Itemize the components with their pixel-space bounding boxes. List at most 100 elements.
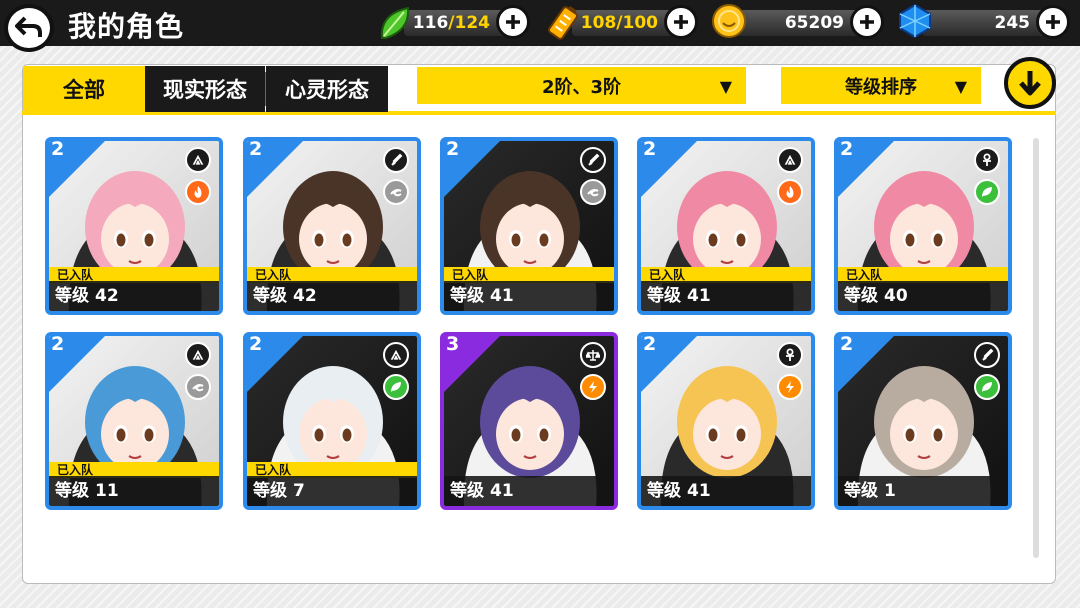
level-value: 41 [490,481,514,501]
level-label: 等级 [450,481,484,501]
leaf-element-icon [974,374,1000,400]
tab-spirit-form[interactable]: 心灵形态 [266,66,388,112]
plus-icon [674,15,688,29]
dropdown-arrow-icon: ▼ [719,77,732,96]
plus-icon [506,15,520,29]
triforce-class-icon [185,147,211,173]
rank-number: 2 [643,333,657,355]
energy-max: /100 [616,13,658,33]
sort-label: 等级排序 [845,76,917,98]
lightning-element-icon [777,374,803,400]
energy-current: 108 [580,13,617,33]
level-value: 41 [687,481,711,501]
battery-icon [546,4,580,47]
add-diamond-button[interactable] [1036,5,1070,39]
leaf-element-icon [383,374,409,400]
level-bar: 等级 11 [49,476,219,506]
back-button[interactable] [4,4,54,52]
stamina-current: 116 [412,13,449,33]
fire-element-icon [185,179,211,205]
page-title: 我的角色 [68,10,185,43]
level-label: 等级 [253,286,287,306]
level-bar: 等级 41 [641,476,811,506]
triforce-class-icon [383,342,409,368]
rank-number: 2 [840,333,854,355]
energy-resource: 108/100 [548,5,698,40]
add-energy-button[interactable] [664,5,698,39]
wind-element-icon [383,179,409,205]
ankh-class-icon [974,147,1000,173]
ankh-class-icon [777,342,803,368]
level-value: 7 [293,481,305,501]
scrollbar[interactable] [1033,138,1039,558]
rank-number: 2 [51,333,65,355]
add-gold-button[interactable] [850,5,884,39]
level-value: 41 [687,286,711,306]
sort-dropdown[interactable]: 等级排序 ▼ [781,67,981,104]
character-card[interactable]: 2 已入队 等级 7 [243,332,421,510]
back-arrow-icon [15,16,42,37]
wind-element-icon [580,179,606,205]
fire-element-icon [777,179,803,205]
character-card[interactable]: 2 等级 1 [834,332,1012,510]
level-value: 42 [95,286,119,306]
level-bar: 等级 7 [247,476,417,506]
gold-resource: 65209 [712,4,884,39]
stamina-max: /124 [448,13,490,33]
level-label: 等级 [253,481,287,501]
plus-icon [1046,15,1060,29]
level-label: 等级 [844,286,878,306]
blue-crystal-icon [896,2,934,45]
down-arrow-icon [1019,71,1041,96]
leaf-element-icon [974,179,1000,205]
rank-number: 2 [840,138,854,160]
rank-number: 2 [249,333,263,355]
character-card[interactable]: 2 已入队 等级 41 [440,137,618,315]
character-card[interactable]: 2 已入队 等级 40 [834,137,1012,315]
rank-number: 2 [643,138,657,160]
level-bar: 等级 41 [641,281,811,311]
triforce-class-icon [777,147,803,173]
character-card[interactable]: 3 等级 41 [440,332,618,510]
character-card[interactable]: 2 等级 41 [637,332,815,510]
gold-coin-icon [710,2,748,45]
rank-number: 3 [446,333,460,355]
triforce-class-icon [185,342,211,368]
level-bar: 等级 42 [247,281,417,311]
level-value: 40 [884,286,908,306]
rank-number: 2 [446,138,460,160]
character-card[interactable]: 2 已入队 等级 41 [637,137,815,315]
rank-filter-dropdown[interactable]: 2阶、3阶 ▼ [417,67,746,104]
level-value: 41 [490,286,514,306]
sword-class-icon [974,342,1000,368]
diamond-value: 245 [994,13,1031,33]
character-card[interactable]: 2 已入队 等级 42 [243,137,421,315]
green-leaf-icon [378,4,414,47]
level-label: 等级 [450,286,484,306]
rank-number: 2 [249,138,263,160]
level-value: 1 [884,481,896,501]
level-bar: 等级 1 [838,476,1008,506]
level-value: 11 [95,481,119,501]
dropdown-arrow-icon: ▼ [954,77,967,96]
character-card[interactable]: 2 已入队 等级 11 [45,332,223,510]
character-card[interactable]: 2 已入队 等级 42 [45,137,223,315]
rank-number: 2 [51,138,65,160]
level-bar: 等级 40 [838,281,1008,311]
sword-class-icon [383,147,409,173]
level-bar: 等级 41 [444,281,614,311]
sort-order-button[interactable] [1004,57,1056,109]
level-label: 等级 [55,481,89,501]
sword-class-icon [580,147,606,173]
plus-icon [860,15,874,29]
level-bar: 等级 42 [49,281,219,311]
add-stamina-button[interactable] [496,5,530,39]
tab-real-form[interactable]: 现实形态 [145,66,265,112]
level-label: 等级 [647,481,681,501]
gold-value: 65209 [784,13,844,33]
wind-element-icon [185,374,211,400]
level-label: 等级 [55,286,89,306]
diamond-resource: 245 [899,3,1070,39]
tab-all[interactable]: 全部 [23,66,145,112]
level-bar: 等级 41 [444,476,614,506]
